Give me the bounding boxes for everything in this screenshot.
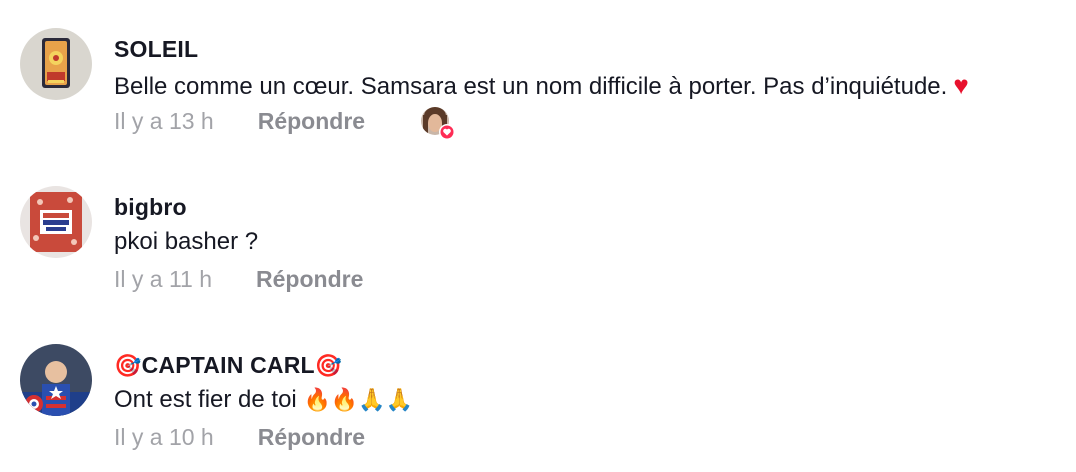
comment-username-text: CAPTAIN CARL: [141, 352, 315, 378]
comment-item: bigbro pkoi basher ? Il y a 11 h Répondr…: [0, 158, 1076, 308]
reply-button[interactable]: Répondre: [256, 266, 363, 293]
heart-emoji-icon: ♥: [953, 70, 969, 100]
comment-username[interactable]: bigbro: [114, 194, 187, 221]
tarot-card-avatar-icon: [20, 28, 92, 100]
comment-username[interactable]: 🎯CAPTAIN CARL🎯: [114, 352, 342, 379]
comment-body: Ont est fier de toi: [114, 386, 297, 413]
comment-timestamp: Il y a 10 h: [114, 424, 214, 450]
comment-body: pkoi basher ?: [114, 228, 259, 255]
fire-pray-emoji-icon: 🔥🔥🙏🙏: [303, 388, 414, 413]
comment-text: pkoi basher ?: [114, 228, 258, 256]
target-emoji-icon: 🎯: [114, 354, 142, 379]
comment-meta: Il y a 13 h Répondre: [114, 108, 365, 135]
comment-body: Belle comme un cœur. Samsara est un nom …: [114, 73, 948, 100]
captain-costume-avatar-icon: [20, 344, 92, 416]
user-avatar[interactable]: [20, 28, 92, 100]
comment-timestamp: Il y a 13 h: [114, 108, 214, 134]
user-avatar[interactable]: [20, 344, 92, 416]
comment-text: Belle comme un cœur. Samsara est un nom …: [114, 70, 969, 101]
comment-item: SOLEIL Belle comme un cœur. Samsara est …: [0, 0, 1076, 150]
comment-username[interactable]: SOLEIL: [114, 36, 198, 63]
reply-button[interactable]: Répondre: [258, 424, 365, 451]
creator-liked-icon: [420, 106, 456, 142]
comment-item: 🎯CAPTAIN CARL🎯 Ont est fier de toi 🔥🔥🙏🙏 …: [0, 316, 1076, 466]
comment-meta: Il y a 11 h Répondre: [114, 266, 363, 293]
book-cover-avatar-icon: [20, 186, 92, 258]
comment-meta: Il y a 10 h Répondre: [114, 424, 365, 451]
target-emoji-icon: 🎯: [314, 354, 343, 379]
user-avatar[interactable]: [20, 186, 92, 258]
reply-button[interactable]: Répondre: [258, 108, 365, 135]
comment-text: Ont est fier de toi 🔥🔥🙏🙏: [114, 386, 413, 414]
comment-timestamp: Il y a 11 h: [114, 266, 213, 292]
